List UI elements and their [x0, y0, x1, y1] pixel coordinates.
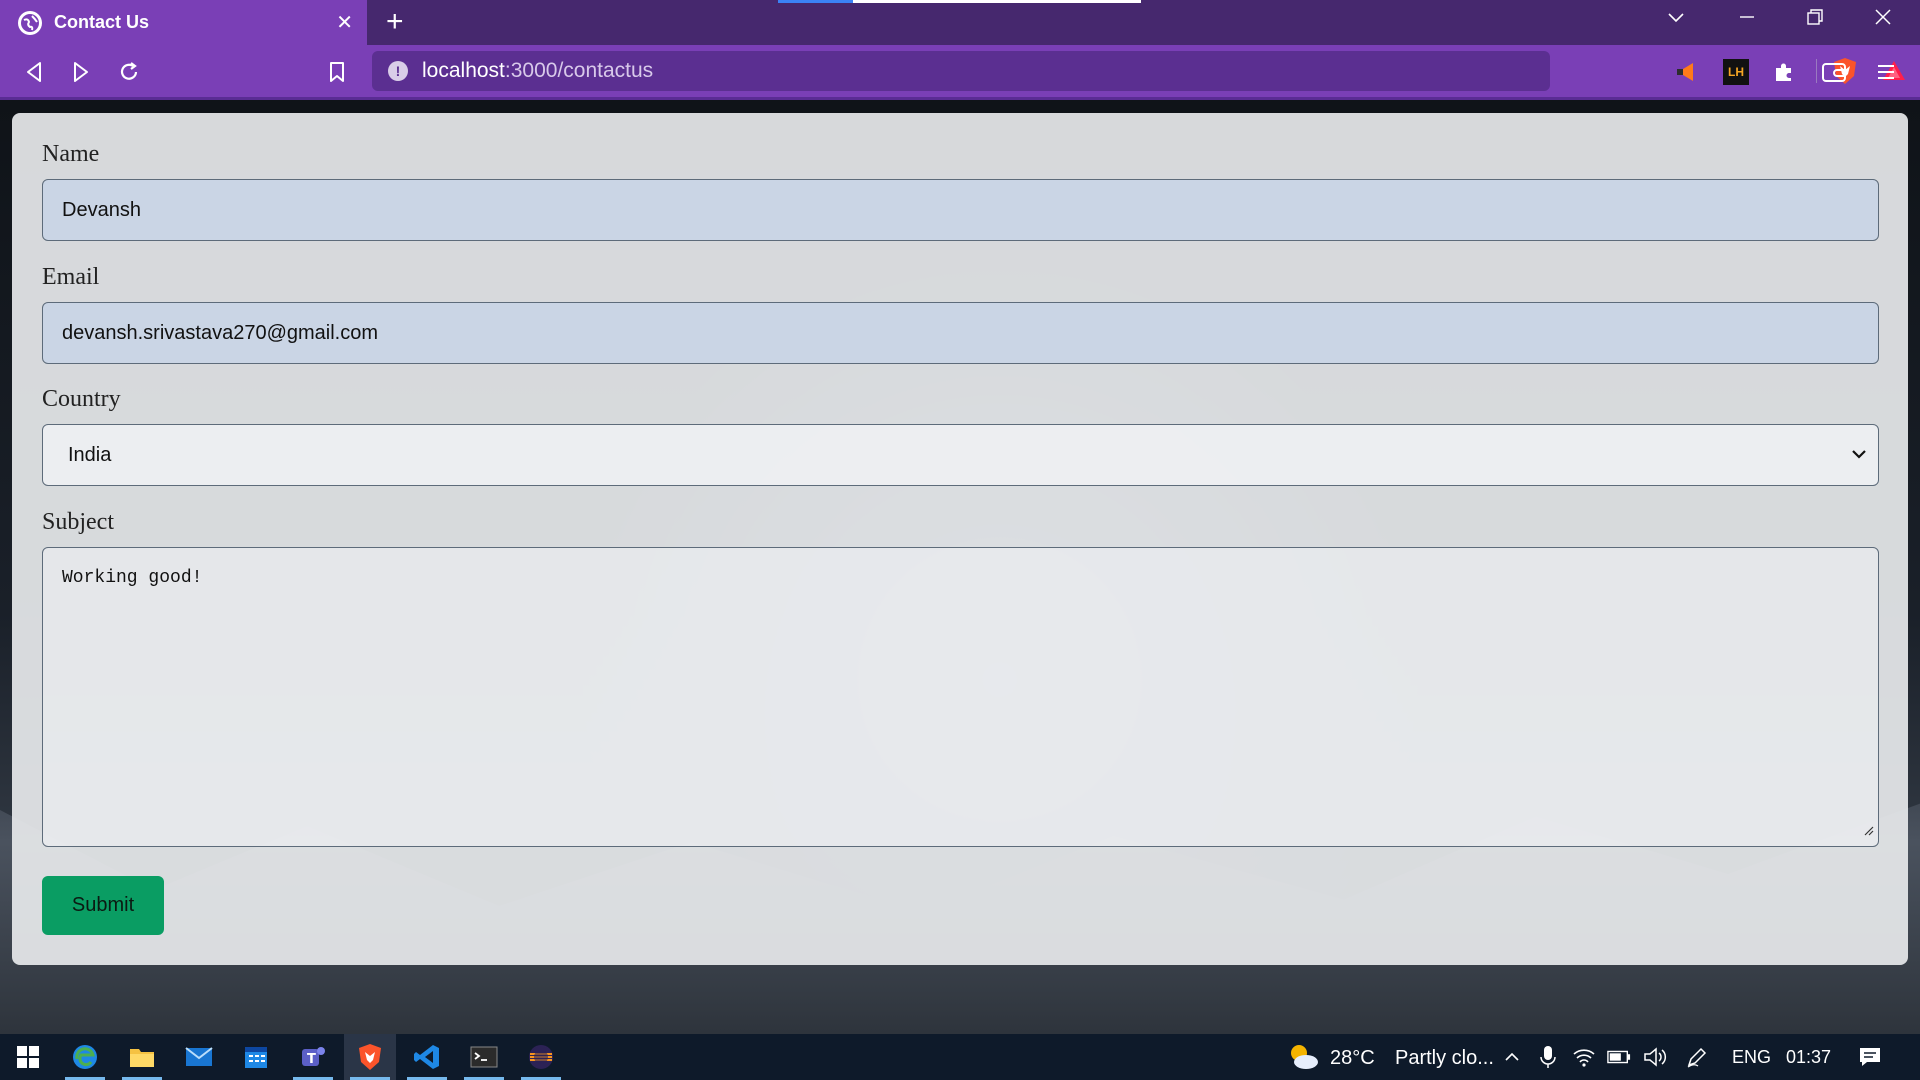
loading-bar [778, 0, 853, 3]
microphone-icon[interactable] [1536, 1045, 1560, 1069]
language-indicator[interactable]: ENG [1732, 1047, 1771, 1068]
country-selected-value: India [68, 443, 112, 466]
weather-temperature[interactable]: 28°C [1330, 1047, 1375, 1070]
show-hidden-icons-icon[interactable] [1500, 1045, 1524, 1069]
country-label: Country [42, 386, 121, 412]
browser-toolbar: ! localhost:3000/contactus LH [0, 45, 1920, 100]
edge-icon[interactable] [59, 1034, 111, 1080]
loading-bar-track [853, 0, 1141, 3]
windows-taskbar: T 28°C Partly clo... ENG 01:37 [0, 1034, 1920, 1080]
close-window-icon[interactable] [1874, 6, 1892, 32]
brave-browser-icon[interactable] [344, 1034, 396, 1080]
pen-workspace-icon[interactable] [1685, 1045, 1709, 1069]
contact-form-card: Name Devansh Email devansh.srivastava270… [12, 113, 1908, 965]
url-text: localhost:3000/contactus [422, 59, 653, 83]
notifications-icon[interactable] [1858, 1045, 1882, 1069]
new-tab-icon[interactable]: + [386, 7, 404, 37]
tab-search-chevron-icon[interactable] [1667, 6, 1685, 32]
globe-icon [18, 10, 42, 35]
browser-titlebar: Contact Us ✕ + [0, 0, 1920, 45]
close-tab-icon[interactable]: ✕ [336, 10, 353, 35]
menu-hamburger-icon[interactable] [1872, 58, 1900, 86]
name-label: Name [42, 141, 100, 167]
email-label: Email [42, 264, 100, 290]
url-path: :3000/contactus [504, 59, 654, 82]
submit-button[interactable]: Submit [42, 876, 164, 935]
restore-icon[interactable] [1806, 6, 1824, 32]
url-host: localhost [422, 59, 505, 82]
tab-contact-us[interactable]: Contact Us ✕ [0, 0, 367, 45]
terminal-icon[interactable] [458, 1034, 510, 1080]
tab-title: Contact Us [54, 12, 150, 32]
extensions-puzzle-icon[interactable] [1770, 58, 1798, 86]
subject-textarea[interactable]: Working good! [42, 547, 1879, 847]
file-explorer-icon[interactable] [116, 1034, 168, 1080]
site-info-icon[interactable]: ! [388, 61, 408, 81]
clock-time[interactable]: 01:37 [1786, 1047, 1831, 1068]
wallet-icon[interactable] [1820, 58, 1848, 86]
weather-description[interactable]: Partly clo... [1395, 1047, 1494, 1070]
address-bar[interactable]: ! localhost:3000/contactus [372, 51, 1905, 91]
name-input[interactable]: Devansh [42, 179, 1879, 241]
extension-megaphone-icon[interactable] [1673, 58, 1701, 86]
address-bar-divider [1816, 59, 1817, 83]
bookmark-icon[interactable] [323, 58, 351, 86]
forward-icon[interactable] [67, 58, 95, 86]
subject-text: Working good! [62, 568, 203, 588]
vscode-icon[interactable] [401, 1034, 453, 1080]
email-input[interactable]: devansh.srivastava270@gmail.com [42, 302, 1879, 364]
resize-handle-icon[interactable] [1862, 822, 1874, 842]
battery-icon[interactable] [1607, 1045, 1631, 1069]
minimize-icon[interactable] [1738, 6, 1756, 32]
weather-partly-cloudy-icon[interactable] [1285, 1042, 1321, 1072]
volume-icon[interactable] [1643, 1045, 1667, 1069]
chevron-down-icon [1850, 445, 1868, 469]
eclipse-icon[interactable] [515, 1034, 567, 1080]
mail-icon[interactable] [173, 1034, 225, 1080]
lighthouse-label: LH [1723, 59, 1749, 85]
svg-text:T: T [307, 1052, 316, 1067]
teams-icon[interactable]: T [287, 1034, 339, 1080]
reload-icon[interactable] [115, 58, 143, 86]
wifi-icon[interactable] [1572, 1045, 1596, 1069]
start-windows-icon[interactable] [2, 1034, 54, 1080]
back-icon[interactable] [20, 58, 48, 86]
country-select[interactable]: India [42, 424, 1879, 486]
lighthouse-extension-icon[interactable]: LH [1722, 58, 1750, 86]
subject-label: Subject [42, 509, 114, 535]
calendar-icon[interactable] [230, 1034, 282, 1080]
